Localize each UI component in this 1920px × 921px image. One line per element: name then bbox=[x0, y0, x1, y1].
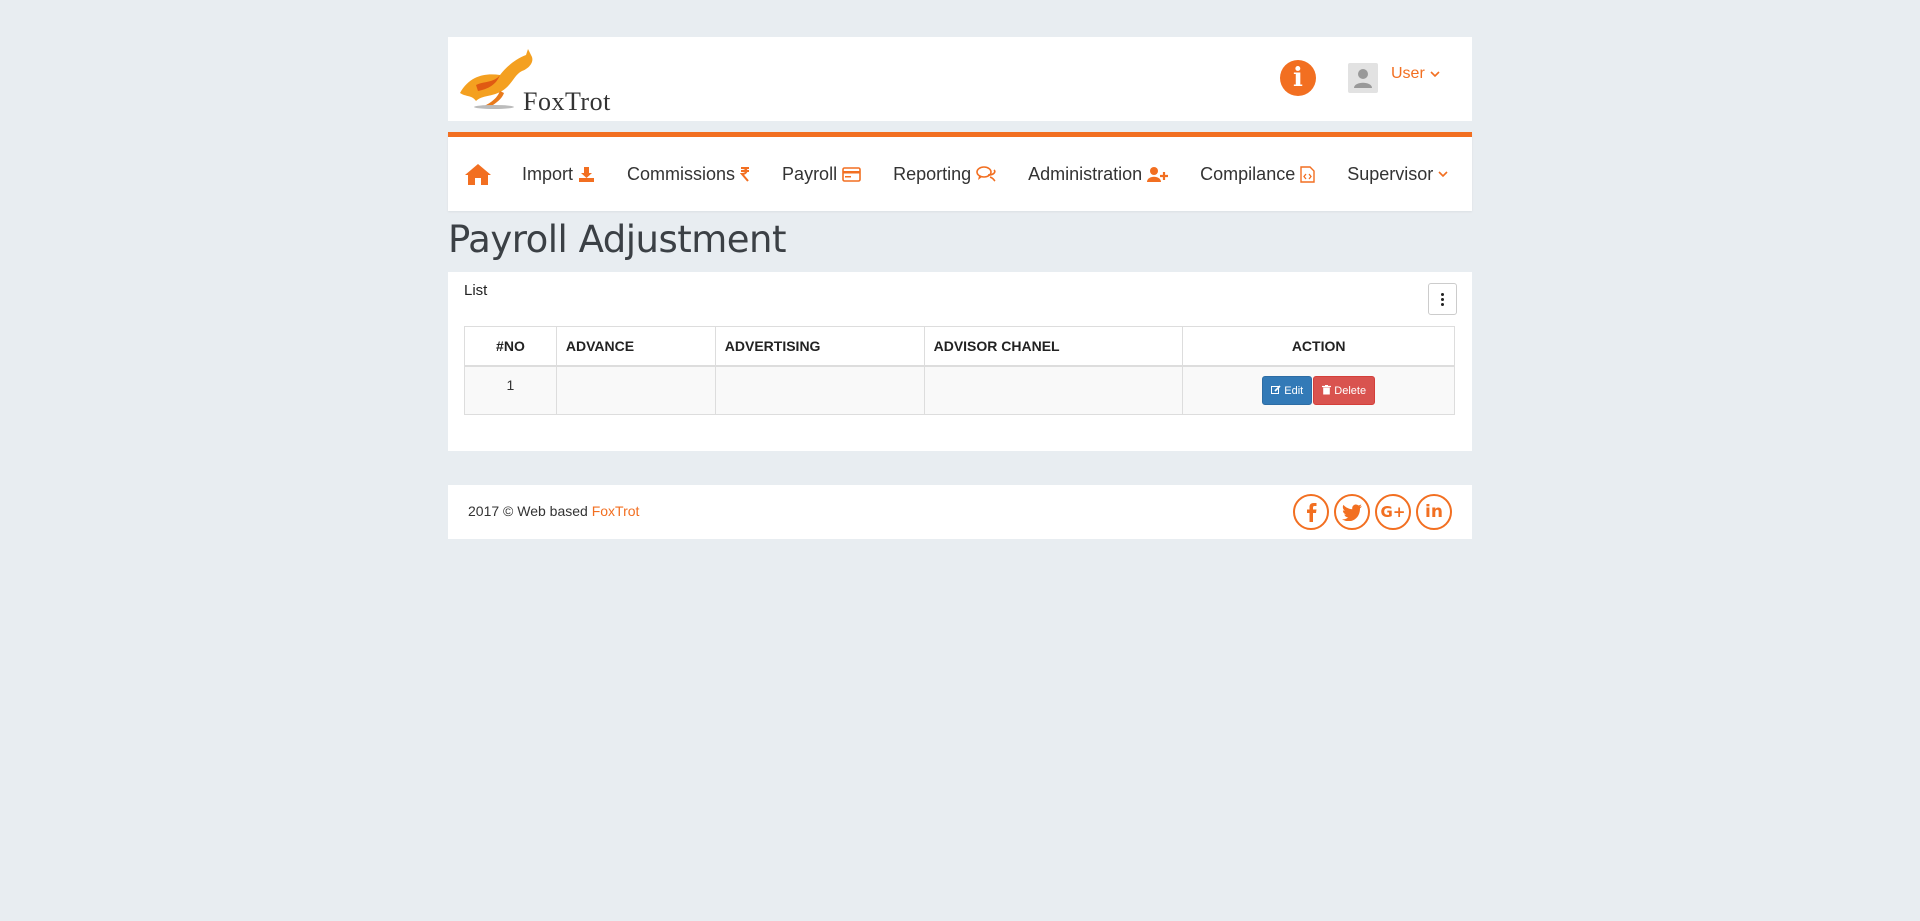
col-no-header[interactable]: #NO bbox=[464, 326, 557, 367]
main-nav: Import Commissions Payroll Reporting Adm… bbox=[448, 132, 1472, 211]
cell-advisor-chanel bbox=[923, 365, 1184, 415]
nav-payroll-label: Payroll bbox=[782, 163, 838, 184]
nav-compilance-label: Compilance bbox=[1200, 163, 1296, 184]
avatar[interactable] bbox=[1348, 63, 1378, 93]
copyright-text: 2017 © Web based bbox=[468, 503, 592, 519]
facebook-icon[interactable] bbox=[1293, 494, 1329, 530]
user-silhouette-icon bbox=[1354, 69, 1372, 88]
chevron-down-icon bbox=[1430, 70, 1440, 77]
top-header: FoxTrot i User bbox=[448, 37, 1472, 121]
info-icon[interactable]: i bbox=[1280, 60, 1316, 96]
cell-action: Edit Delete bbox=[1182, 365, 1455, 415]
panel-label: List bbox=[464, 282, 488, 299]
file-code-icon bbox=[1300, 165, 1315, 183]
page-title: Payroll Adjustment bbox=[448, 218, 787, 261]
download-icon bbox=[579, 167, 595, 182]
table-row: 1 Edit Delete bbox=[464, 365, 1455, 415]
nav-administration-label: Administration bbox=[1028, 163, 1143, 184]
brand-link[interactable]: FoxTrot bbox=[592, 503, 640, 519]
home-icon[interactable] bbox=[464, 162, 492, 186]
nav-commissions[interactable]: Commissions bbox=[627, 164, 750, 185]
credit-card-icon bbox=[842, 166, 861, 182]
cell-advertising bbox=[714, 365, 925, 415]
comments-icon bbox=[976, 166, 996, 182]
nav-administration[interactable]: Administration bbox=[1028, 163, 1169, 185]
nav-reporting-label: Reporting bbox=[893, 163, 972, 184]
linkedin-icon[interactable]: in bbox=[1416, 494, 1452, 530]
edit-icon bbox=[1271, 384, 1281, 394]
nav-supervisor[interactable]: Supervisor bbox=[1347, 164, 1448, 185]
user-label: User bbox=[1391, 65, 1425, 82]
copyright: 2017 © Web based FoxTrot bbox=[468, 503, 639, 519]
nav-reporting[interactable]: Reporting bbox=[893, 164, 996, 185]
list-panel: List #NO ADVANCE ADVERTISING ADVISOR CHA… bbox=[448, 272, 1472, 451]
table-header-row: #NO ADVANCE ADVERTISING ADVISOR CHANEL A… bbox=[464, 326, 1455, 367]
edit-button[interactable]: Edit bbox=[1262, 375, 1313, 405]
google-plus-icon[interactable]: G+ bbox=[1375, 494, 1411, 530]
user-menu[interactable]: User bbox=[1391, 65, 1440, 83]
cell-no: 1 bbox=[464, 365, 557, 415]
chevron-down-icon bbox=[1438, 170, 1448, 177]
nav-supervisor-label: Supervisor bbox=[1347, 163, 1434, 184]
col-advisor-chanel-header[interactable]: ADVISOR CHANEL bbox=[923, 326, 1184, 367]
trash-icon bbox=[1322, 384, 1332, 394]
nav-import[interactable]: Import bbox=[522, 164, 595, 185]
delete-label: Delete bbox=[1334, 384, 1367, 397]
delete-button[interactable]: Delete bbox=[1313, 375, 1376, 405]
user-plus-icon bbox=[1147, 167, 1169, 182]
col-action-header: ACTION bbox=[1182, 326, 1455, 367]
nav-import-label: Import bbox=[522, 163, 574, 184]
footer: 2017 © Web based FoxTrot G+ in bbox=[448, 485, 1472, 539]
foxtrot-logo[interactable]: FoxTrot bbox=[456, 45, 626, 116]
nav-payroll[interactable]: Payroll bbox=[782, 164, 861, 185]
adjustment-table: #NO ADVANCE ADVERTISING ADVISOR CHANEL A… bbox=[464, 326, 1455, 415]
col-advance-header[interactable]: ADVANCE bbox=[555, 326, 716, 367]
cell-advance bbox=[555, 365, 716, 415]
social-links: G+ in bbox=[1293, 494, 1452, 530]
col-advertising-header[interactable]: ADVERTISING bbox=[714, 326, 925, 367]
edit-label: Edit bbox=[1284, 384, 1304, 397]
nav-commissions-label: Commissions bbox=[627, 163, 736, 184]
nav-compilance[interactable]: Compilance bbox=[1200, 164, 1315, 185]
kebab-menu-icon[interactable] bbox=[1428, 283, 1457, 315]
rupee-icon bbox=[740, 167, 750, 182]
logo-text: FoxTrot bbox=[523, 87, 611, 116]
twitter-icon[interactable] bbox=[1334, 494, 1370, 530]
